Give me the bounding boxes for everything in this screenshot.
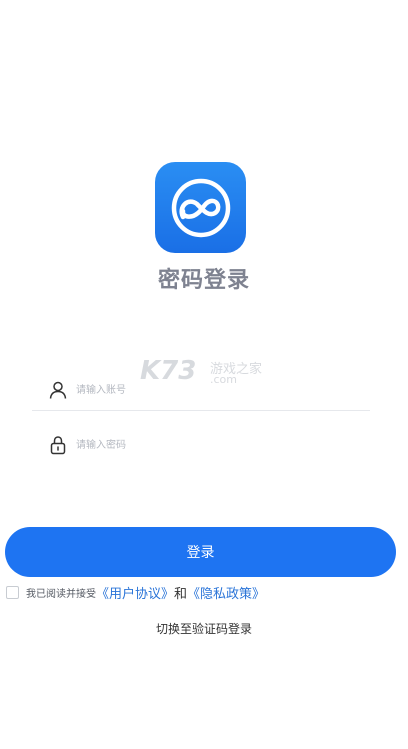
app-logo bbox=[155, 162, 246, 253]
account-field bbox=[32, 370, 370, 411]
agreement-conjunction: 和 bbox=[174, 586, 188, 602]
page-title: 密码登录 bbox=[157, 268, 250, 293]
account-input[interactable] bbox=[76, 380, 356, 400]
user-agreement-link[interactable]: 《用户协议》 bbox=[96, 583, 174, 602]
switch-to-code-login[interactable]: 切换至验证码登录 bbox=[0, 620, 408, 637]
agreement-prefix: 我已阅读并接受 bbox=[26, 588, 96, 600]
lock-icon bbox=[50, 436, 66, 455]
agreement-checkbox[interactable] bbox=[6, 585, 19, 599]
privacy-policy-link[interactable]: 《隐私政策》 bbox=[187, 583, 265, 602]
cloud-infinity-icon bbox=[171, 178, 230, 237]
password-field bbox=[32, 425, 370, 465]
agreement-row: 我已阅读并接受 《用户协议》 和 《隐私政策》 bbox=[6, 583, 265, 602]
login-button[interactable]: 登录 bbox=[5, 527, 396, 577]
password-input[interactable] bbox=[76, 435, 356, 455]
user-icon bbox=[49, 381, 67, 399]
